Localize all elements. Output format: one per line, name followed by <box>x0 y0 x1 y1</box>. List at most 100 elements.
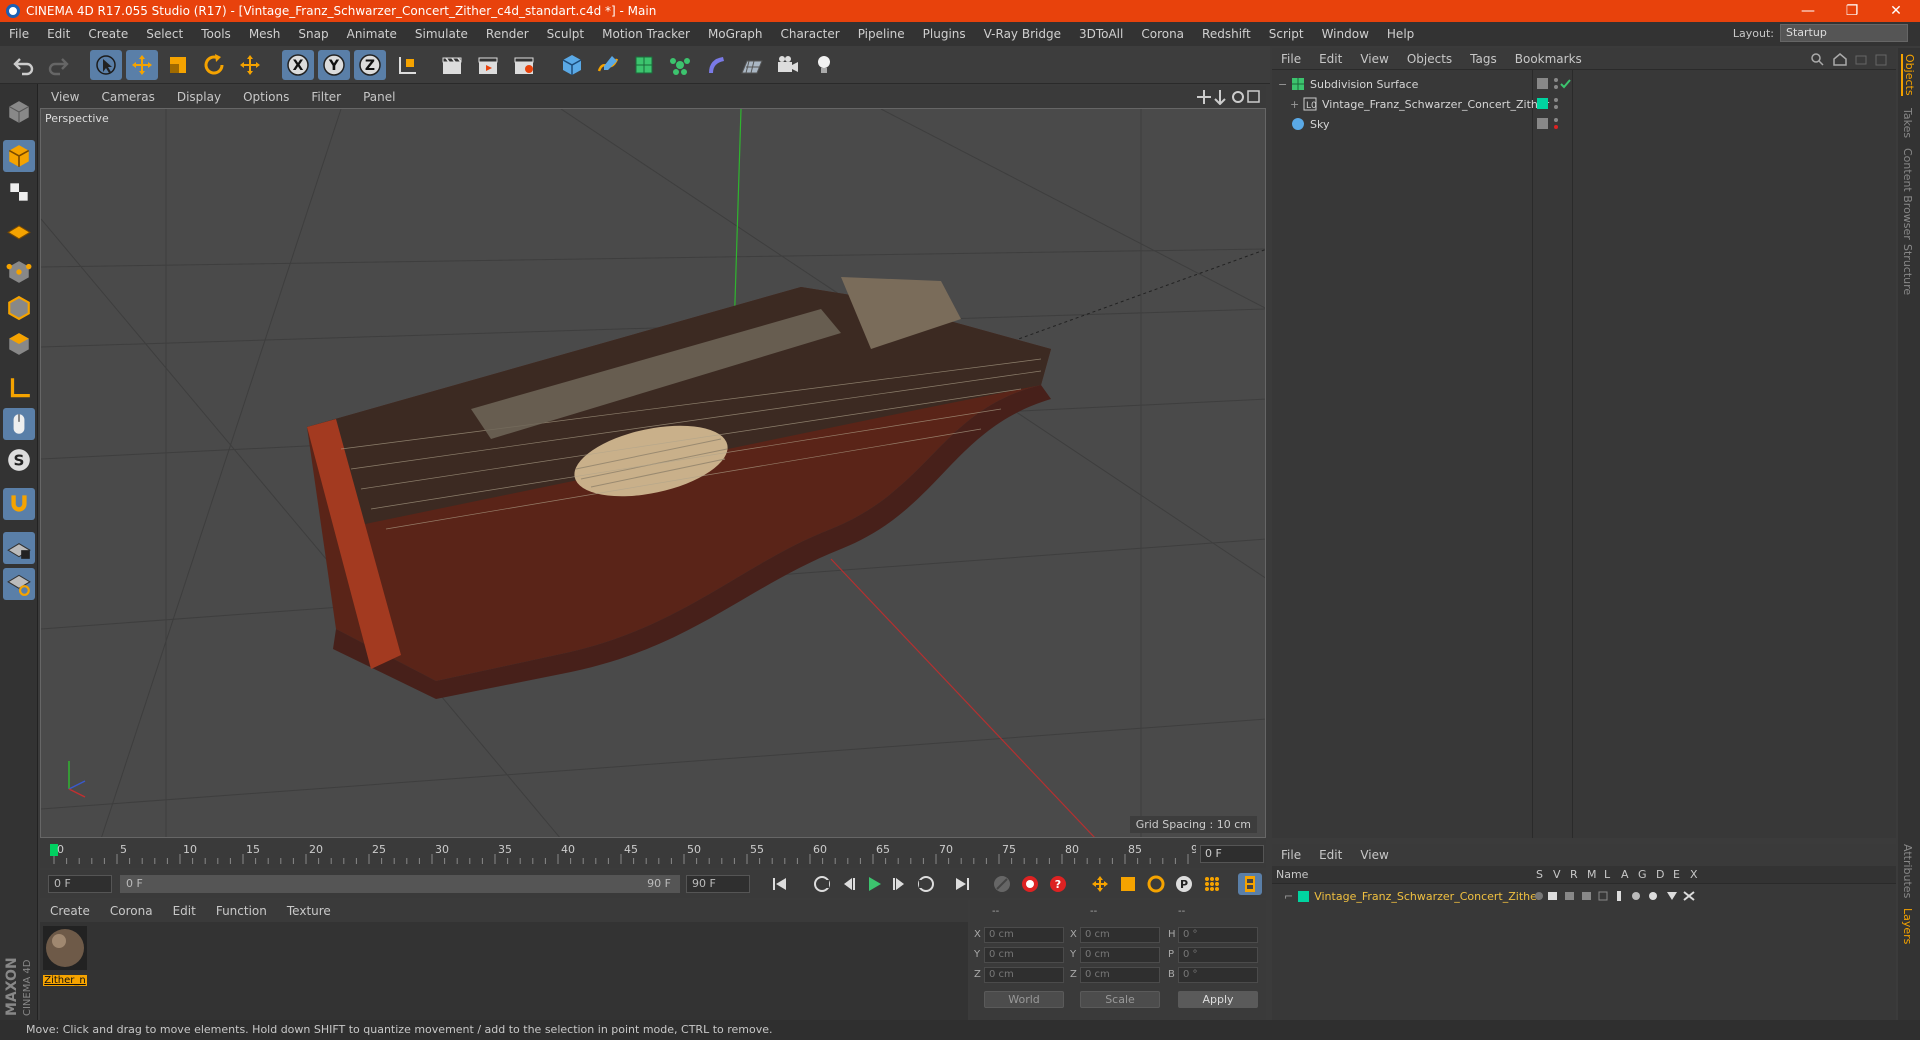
objects-menu-edit[interactable]: Edit <box>1310 52 1351 66</box>
viewport-menu-view[interactable]: View <box>40 90 90 104</box>
add-light-button[interactable] <box>808 50 840 80</box>
render-settings-button[interactable] <box>508 50 540 80</box>
add-cube-button[interactable] <box>556 50 588 80</box>
menu-redshift[interactable]: Redshift <box>1193 27 1260 41</box>
menu-select[interactable]: Select <box>137 27 192 41</box>
rot-b-field[interactable]: 0 ° <box>1178 967 1258 983</box>
object-flags[interactable] <box>1537 77 1577 91</box>
minimize-button[interactable]: — <box>1786 0 1830 22</box>
rotate-tool-button[interactable] <box>198 50 230 80</box>
menu-pipeline[interactable]: Pipeline <box>849 27 914 41</box>
size-x-field[interactable]: 0 cm <box>1080 927 1160 943</box>
next-key-button[interactable] <box>914 873 938 895</box>
rot-p-field[interactable]: 0 ° <box>1178 947 1258 963</box>
move-tool-button[interactable] <box>126 50 158 80</box>
perspective-viewport[interactable]: Perspective Grid Spacing : 10 cm <box>40 108 1266 838</box>
collapse-toggle-icon[interactable]: − <box>1278 78 1287 91</box>
zither-model[interactable] <box>307 277 1051 699</box>
frame-range-slider[interactable]: 0 F 90 F <box>120 875 680 893</box>
start-frame-field[interactable]: 0 F <box>48 875 112 893</box>
menu-snap[interactable]: Snap <box>289 27 337 41</box>
layers-menu-file[interactable]: File <box>1272 848 1310 862</box>
material-menu-create[interactable]: Create <box>40 904 100 918</box>
model-mode-button[interactable] <box>3 140 35 172</box>
object-row-subdivision[interactable]: − Subdivision Surface <box>1272 74 1896 94</box>
rot-h-field[interactable]: 0 ° <box>1178 927 1258 943</box>
edges-mode-button[interactable] <box>3 292 35 324</box>
menu-mesh[interactable]: Mesh <box>240 27 290 41</box>
tab-attributes[interactable]: Attributes <box>1901 844 1914 898</box>
menu-tools[interactable]: Tools <box>192 27 240 41</box>
live-selection-button[interactable] <box>90 50 122 80</box>
menu-3dtoall[interactable]: 3DToAll <box>1070 27 1132 41</box>
snap-button[interactable]: S <box>3 444 35 476</box>
record-active-objects-button[interactable] <box>990 873 1014 895</box>
viewport-menu-cameras[interactable]: Cameras <box>90 90 165 104</box>
add-deformer-button[interactable] <box>700 50 732 80</box>
make-editable-button[interactable] <box>3 96 35 128</box>
go-to-end-button[interactable] <box>950 873 974 895</box>
timeline[interactable]: 0 5 10 15 20 25 30 35 40 45 50 55 60 65 70 75 80 85 90 0 F <box>40 840 1266 868</box>
render-view-button[interactable] <box>436 50 468 80</box>
transform-tool-button[interactable] <box>234 50 266 80</box>
render-picture-viewer-button[interactable] <box>472 50 504 80</box>
material-menu-function[interactable]: Function <box>206 904 277 918</box>
viewport-nav-icons[interactable] <box>1196 89 1260 105</box>
viewport-menu-panel[interactable]: Panel <box>352 90 406 104</box>
layer-row[interactable]: ⌐ Vintage_Franz_Schwarzer_Concert_Zither <box>1272 886 1896 906</box>
object-row-sky[interactable]: Sky <box>1272 114 1896 134</box>
tab-structure[interactable]: Structure <box>1901 244 1914 295</box>
scale-tool-button[interactable] <box>162 50 194 80</box>
size-z-field[interactable]: 0 cm <box>1080 967 1160 983</box>
menu-motion-tracker[interactable]: Motion Tracker <box>593 27 699 41</box>
key-parameter-button[interactable]: P <box>1172 873 1196 895</box>
keyframe-selection-button[interactable]: ? <box>1046 873 1070 895</box>
menu-vray-bridge[interactable]: V-Ray Bridge <box>975 27 1070 41</box>
add-spline-button[interactable] <box>592 50 624 80</box>
add-generator-button[interactable] <box>628 50 660 80</box>
key-position-button[interactable] <box>1088 873 1112 895</box>
key-scale-button[interactable] <box>1116 873 1140 895</box>
viewport-menu-filter[interactable]: Filter <box>300 90 352 104</box>
viewport-menu-display[interactable]: Display <box>166 90 232 104</box>
texture-mode-button[interactable] <box>3 176 35 208</box>
play-button[interactable] <box>862 873 886 895</box>
expand-toggle-icon[interactable]: + <box>1290 98 1299 111</box>
current-frame-field[interactable]: 0 F <box>1200 845 1264 863</box>
end-frame-field[interactable]: 90 F <box>686 875 750 893</box>
key-pla-button[interactable] <box>1200 873 1224 895</box>
layers-menu-edit[interactable]: Edit <box>1310 848 1351 862</box>
objects-menu-bookmarks[interactable]: Bookmarks <box>1506 52 1591 66</box>
y-axis-lock-button[interactable]: Y <box>318 50 350 80</box>
object-flags[interactable] <box>1537 117 1577 131</box>
axis-mode-button[interactable] <box>3 372 35 404</box>
menu-help[interactable]: Help <box>1378 27 1423 41</box>
object-flags[interactable] <box>1537 97 1577 111</box>
add-camera-button[interactable] <box>772 50 804 80</box>
layer-flags[interactable] <box>1534 889 1704 903</box>
key-rotation-button[interactable] <box>1144 873 1168 895</box>
tab-layers[interactable]: Layers <box>1901 908 1914 944</box>
add-environment-button[interactable] <box>736 50 768 80</box>
objects-menu-file[interactable]: File <box>1272 52 1310 66</box>
next-frame-button[interactable] <box>888 873 912 895</box>
size-mode-select[interactable]: Scale <box>1080 991 1160 1008</box>
size-y-field[interactable]: 0 cm <box>1080 947 1160 963</box>
pos-z-field[interactable]: 0 cm <box>984 967 1064 983</box>
workplane-mode-button[interactable] <box>3 212 35 244</box>
tab-takes[interactable]: Takes <box>1901 108 1914 138</box>
previous-frame-button[interactable] <box>836 873 860 895</box>
menu-render[interactable]: Render <box>477 27 538 41</box>
material-item[interactable]: Zither_n <box>43 926 87 988</box>
pos-y-field[interactable]: 0 cm <box>984 947 1064 963</box>
menu-window[interactable]: Window <box>1313 27 1378 41</box>
menu-corona[interactable]: Corona <box>1132 27 1193 41</box>
redo-button[interactable] <box>42 50 74 80</box>
points-mode-button[interactable] <box>3 256 35 288</box>
undo-button[interactable] <box>8 50 40 80</box>
add-mograph-button[interactable] <box>664 50 696 80</box>
menu-mograph[interactable]: MoGraph <box>699 27 772 41</box>
layers-menu-view[interactable]: View <box>1351 848 1397 862</box>
material-menu-texture[interactable]: Texture <box>277 904 341 918</box>
menu-edit[interactable]: Edit <box>38 27 79 41</box>
